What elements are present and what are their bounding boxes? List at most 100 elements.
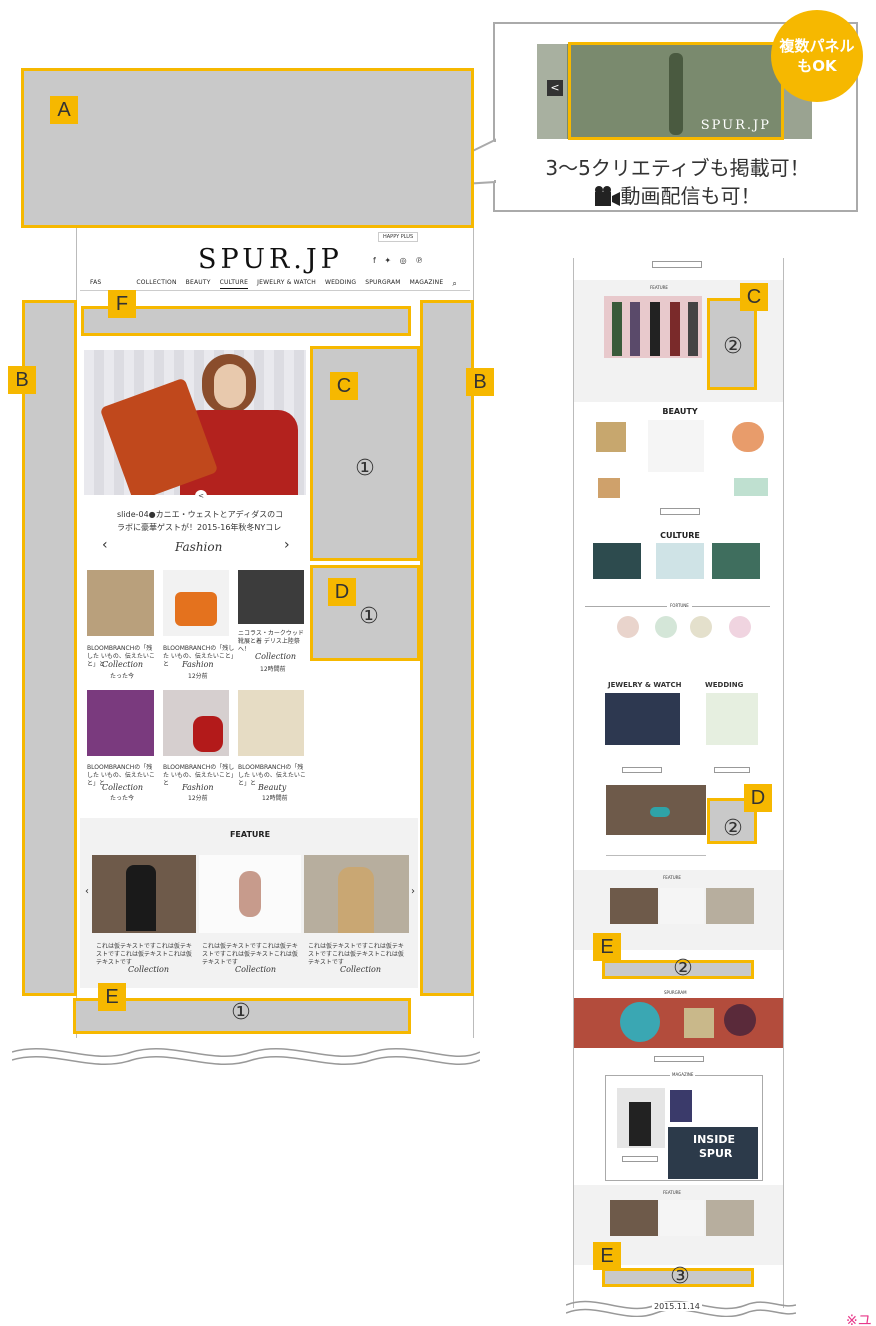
- nav-item-beauty[interactable]: BEAUTY: [186, 279, 211, 289]
- feature-category-1: Collection: [128, 965, 170, 974]
- feature3-image-1[interactable]: [610, 1200, 658, 1236]
- nav-item-jewelry[interactable]: JEWELRY & WATCH: [257, 279, 316, 289]
- nav-divider: [80, 290, 470, 291]
- grid-category-2: Fashion: [182, 660, 214, 669]
- grid-category-1: Collection: [102, 660, 144, 669]
- spurgram-collage[interactable]: [574, 998, 783, 1048]
- feature-text-2: これは仮テキストですこれは仮テキストですこれは仮テキストこれは仮テキストです: [202, 943, 298, 966]
- nav-item-magazine[interactable]: MAGAZINE: [410, 279, 444, 289]
- grid-image-3[interactable]: [238, 570, 304, 624]
- label-d2: D: [744, 784, 772, 812]
- feature3-image-2[interactable]: [660, 1200, 704, 1236]
- grid-category-5: Fashion: [182, 783, 214, 792]
- feature2-image-3[interactable]: [706, 888, 754, 924]
- fortune-icon-3[interactable]: [690, 616, 712, 638]
- grid-date-6: 12時間前: [262, 795, 288, 802]
- grid-image-1[interactable]: [87, 570, 154, 636]
- grid-text-3: ニコラス・カークウッド 靴展と着 デリス上陸祭へ！: [238, 630, 304, 653]
- wedding-more-button[interactable]: [714, 767, 750, 773]
- jewelry-image[interactable]: [605, 693, 680, 745]
- hero-prev-button[interactable]: ‹: [102, 537, 108, 553]
- main-nav: FAS COLLECTION BEAUTY CULTURE JEWELRY & …: [90, 279, 457, 289]
- feature2-image-1[interactable]: [610, 888, 658, 924]
- right-date: 2015.11.14: [652, 1302, 702, 1311]
- fortune-icon-1[interactable]: [617, 616, 639, 638]
- magazine-more-button[interactable]: [622, 1156, 658, 1162]
- grid-category-3: Collection: [255, 652, 297, 661]
- fashion-article-image[interactable]: [606, 785, 706, 835]
- jewelry-more-button[interactable]: [622, 767, 662, 773]
- right-feature-title: FEATURE: [650, 285, 668, 290]
- label-e3-num: ③: [670, 1264, 690, 1289]
- grid-image-5[interactable]: [163, 690, 229, 756]
- badge-line-1: 複数パネル: [779, 37, 855, 55]
- label-a: A: [50, 96, 78, 124]
- beauty-more-button[interactable]: [660, 508, 700, 515]
- prev-arrow-button[interactable]: <: [547, 80, 563, 96]
- happy-plus-link[interactable]: HAPPY PLUS: [378, 232, 419, 242]
- magazine-item[interactable]: [670, 1090, 692, 1122]
- hero-image[interactable]: [84, 350, 306, 503]
- social-icons[interactable]: f ✦ ◎ ℗: [373, 256, 426, 265]
- label-e2: E: [593, 933, 621, 961]
- nav-item-fashion[interactable]: FAS: [90, 279, 101, 289]
- hero-category: Fashion: [175, 540, 223, 554]
- right-culture-title: CULTURE: [660, 531, 700, 540]
- label-e1-num: ①: [231, 1000, 251, 1025]
- grid-date-5: 12分前: [188, 795, 208, 802]
- label-f: F: [108, 290, 136, 318]
- nav-item-collection[interactable]: COLLECTION: [136, 279, 176, 289]
- hero-model-face: [214, 364, 246, 408]
- beauty-image-3[interactable]: [732, 422, 764, 452]
- hero-caption-line-2: ラボに豪華ゲストが！2015-16年秋冬NYコレ: [117, 523, 282, 532]
- feature-prev-arrow[interactable]: ‹: [85, 886, 89, 897]
- right-feature-image[interactable]: [604, 296, 702, 358]
- right-wedding-title: WEDDING: [705, 681, 744, 689]
- culture-image-1[interactable]: [593, 543, 641, 579]
- nav-item-culture[interactable]: CULTURE: [219, 279, 249, 289]
- grid-image-4[interactable]: [87, 690, 154, 756]
- beauty-image-5[interactable]: [734, 478, 768, 496]
- magazine-cover[interactable]: [617, 1088, 665, 1148]
- ad-slot-c1: [310, 346, 420, 561]
- fortune-icon-2[interactable]: [655, 616, 677, 638]
- feature-image-2[interactable]: [199, 855, 301, 933]
- hero-next-button[interactable]: ›: [284, 537, 290, 553]
- beauty-image-2[interactable]: [648, 420, 704, 472]
- wedding-image[interactable]: [706, 693, 758, 745]
- label-e2-num: ②: [673, 956, 693, 981]
- feature-image-1[interactable]: [92, 855, 196, 933]
- beauty-image-4[interactable]: [598, 478, 620, 498]
- right-spurgram-title: SPURGRAM: [664, 990, 687, 995]
- grid-image-6[interactable]: [238, 690, 304, 756]
- top-more-button[interactable]: [652, 261, 702, 268]
- feature3-image-3[interactable]: [706, 1200, 754, 1236]
- badge-line-2: もOK: [797, 57, 837, 75]
- feature-category-2: Collection: [235, 965, 277, 974]
- label-e3: E: [593, 1242, 621, 1270]
- culture-image-2[interactable]: [656, 543, 704, 579]
- callout-text-1: 3～5クリエティブも掲載可！: [545, 156, 810, 180]
- beauty-image-1[interactable]: [596, 422, 626, 452]
- right-feature3-title: FEATURE: [663, 1190, 681, 1195]
- nav-item-spurgram[interactable]: SPURGRAM: [365, 279, 400, 289]
- grid-image-2[interactable]: [163, 570, 229, 636]
- label-d2-num: ②: [723, 816, 743, 841]
- fortune-icon-4[interactable]: [729, 616, 751, 638]
- feature2-image-2[interactable]: [660, 888, 704, 924]
- callout-text-2: 動画配信も可！: [620, 184, 761, 208]
- nav-item-wedding[interactable]: WEDDING: [325, 279, 356, 289]
- label-e1: E: [98, 983, 126, 1011]
- culture-image-3[interactable]: [712, 543, 760, 579]
- share-icon[interactable]: <: [195, 490, 207, 502]
- feature-image-3[interactable]: [304, 855, 409, 933]
- site-logo[interactable]: SPUR.JP: [198, 244, 343, 275]
- label-b-right: B: [466, 368, 494, 396]
- search-icon[interactable]: ⌕: [452, 279, 457, 289]
- label-c1-num: ①: [355, 456, 375, 481]
- feature-next-arrow[interactable]: ›: [411, 886, 415, 897]
- label-c2: C: [740, 283, 768, 311]
- spurgram-more-button[interactable]: [654, 1056, 704, 1062]
- label-d1: D: [328, 578, 356, 606]
- right-magazine-title: MAGAZINE: [670, 1072, 696, 1077]
